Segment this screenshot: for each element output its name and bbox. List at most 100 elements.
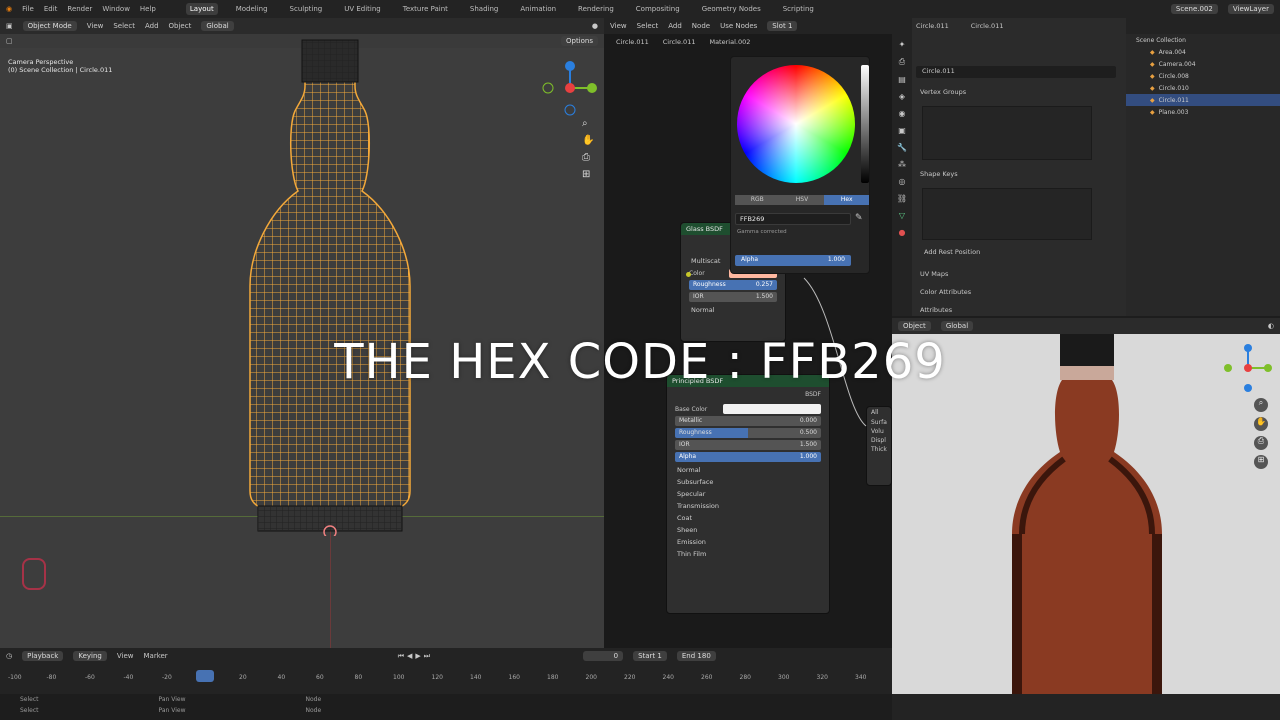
menu-node-node[interactable]: Node	[692, 22, 710, 30]
breadcrumb-mesh[interactable]: Circle.011	[663, 38, 696, 46]
particles-tab-icon[interactable]: ⁂	[898, 160, 906, 169]
shape-keys-header[interactable]: Shape Keys	[920, 170, 958, 178]
tab-shading[interactable]: Shading	[466, 3, 502, 15]
alpha-slider[interactable]: Alpha 1.000	[735, 255, 851, 266]
tab-geometry-nodes[interactable]: Geometry Nodes	[698, 3, 765, 15]
menu-window[interactable]: Window	[102, 5, 130, 13]
material-tab-icon[interactable]: ●	[899, 228, 906, 237]
current-frame-field[interactable]: 0	[583, 651, 624, 661]
tab-scripting[interactable]: Scripting	[779, 3, 818, 15]
view-layer-selector[interactable]: ViewLayer	[1227, 4, 1274, 14]
mesh-name-field[interactable]: Circle.011	[916, 66, 1116, 78]
menu-select[interactable]: Select	[113, 22, 135, 30]
bottle-wireframe[interactable]	[240, 36, 420, 536]
color-wheel[interactable]	[737, 65, 855, 183]
playback-controls[interactable]: ⏮◀▶⏭	[398, 652, 433, 661]
outliner-item[interactable]: Scene Collection	[1126, 34, 1280, 46]
glass-ior-field[interactable]: IOR 1.500	[689, 292, 777, 302]
timeline[interactable]: ◷ Playback Keying View Marker ⏮◀▶⏭ 0 Sta…	[0, 648, 892, 720]
vertex-groups-header[interactable]: Vertex Groups	[920, 88, 966, 96]
zoom-icon[interactable]: ⌕	[582, 118, 594, 129]
render-camera-icon[interactable]: ⎙	[1254, 436, 1268, 450]
modifier-tab-icon[interactable]: 🔧	[897, 143, 907, 152]
tab-modeling[interactable]: Modeling	[232, 3, 272, 15]
options-dropdown[interactable]: Options	[560, 36, 598, 46]
tab-hex[interactable]: Hex	[824, 195, 870, 205]
outliner[interactable]: Scene Collection ◆ Area.004 ◆ Camera.004 ◆…	[1126, 18, 1280, 316]
add-rest-position-checkbox[interactable]: Add Rest Position	[924, 248, 980, 256]
constraints-tab-icon[interactable]: ⛓	[897, 194, 907, 203]
tab-texture-paint[interactable]: Texture Paint	[399, 3, 452, 15]
render-grid-icon[interactable]: ⊞	[1254, 455, 1268, 469]
transform-orientation[interactable]: Global	[201, 21, 234, 31]
breadcrumb-object[interactable]: Circle.011	[616, 38, 649, 46]
color-socket[interactable]	[686, 272, 691, 277]
render-mode-selector[interactable]: Object	[898, 321, 931, 331]
world-tab-icon[interactable]: ◉	[899, 109, 906, 118]
timeline-marker-menu[interactable]: Marker	[143, 652, 167, 660]
section-thin-film[interactable]: Thin Film	[667, 548, 829, 560]
outliner-item[interactable]: ◆ Area.004	[1126, 46, 1280, 58]
camera-icon[interactable]: ⎙	[582, 152, 594, 163]
clock-icon[interactable]: ◷	[6, 652, 12, 660]
prop-breadcrumb-mesh[interactable]: Circle.011	[971, 22, 1004, 30]
section-transmission[interactable]: Transmission	[667, 500, 829, 512]
value-slider[interactable]	[861, 65, 869, 183]
outliner-item[interactable]: ◆ Circle.008	[1126, 70, 1280, 82]
use-nodes-checkbox[interactable]: Use Nodes	[720, 22, 757, 30]
section-emission[interactable]: Emission	[667, 536, 829, 548]
timeline-view-menu[interactable]: View	[117, 652, 134, 660]
menu-edit[interactable]: Edit	[44, 5, 58, 13]
output-tab-icon[interactable]: ▤	[898, 75, 906, 84]
end-frame-field[interactable]: End 180	[676, 651, 716, 661]
blender-logo-icon[interactable]: ◉	[6, 5, 12, 13]
section-coat[interactable]: Coat	[667, 512, 829, 524]
menu-render[interactable]: Render	[67, 5, 92, 13]
menu-file[interactable]: File	[22, 5, 34, 13]
menu-node-view[interactable]: View	[610, 22, 627, 30]
editor-type-icon[interactable]: ▣	[6, 22, 13, 30]
eyedropper-icon[interactable]: ✎	[855, 213, 863, 223]
tab-hsv[interactable]: HSV	[779, 195, 825, 205]
tab-animation[interactable]: Animation	[516, 3, 560, 15]
uv-maps-header[interactable]: UV Maps	[920, 270, 948, 278]
tool-tab-icon[interactable]: ✦	[899, 40, 906, 49]
shape-keys-list[interactable]	[922, 188, 1092, 240]
properties-editor[interactable]: ✦ ⎙ ▤ ◈ ◉ ▣ 🔧 ⁂ ◎ ⛓ ▽ ● Circle.011 Circl…	[892, 18, 1126, 316]
tab-rgb[interactable]: RGB	[735, 195, 780, 205]
navigation-gizmo[interactable]	[540, 58, 600, 118]
slot-selector[interactable]: Slot 1	[767, 21, 798, 31]
outliner-item[interactable]: ◆ Camera.004	[1126, 58, 1280, 70]
menu-node-select[interactable]: Select	[637, 22, 659, 30]
3d-viewport[interactable]: ▣ Object Mode View Select Add Object Glo…	[0, 18, 604, 648]
menu-help[interactable]: Help	[140, 5, 156, 13]
tab-compositing[interactable]: Compositing	[632, 3, 684, 15]
menu-view[interactable]: View	[87, 22, 104, 30]
tab-layout[interactable]: Layout	[185, 3, 218, 15]
section-subsurface[interactable]: Subsurface	[667, 476, 829, 488]
mode-selector[interactable]: Object Mode	[22, 21, 77, 31]
outliner-item[interactable]: ◆ Circle.010	[1126, 82, 1280, 94]
timeline-ruler[interactable]: -100-80-60-40-20020406080100120140160180…	[0, 672, 892, 684]
vertex-groups-list[interactable]	[922, 106, 1092, 160]
outliner-item[interactable]: ◆ Circle.011	[1126, 94, 1280, 106]
tab-sculpting[interactable]: Sculpting	[286, 3, 327, 15]
rendered-shading-icon[interactable]: ◐	[1268, 322, 1274, 330]
playhead[interactable]	[196, 670, 214, 682]
glass-roughness-field[interactable]: Roughness 0.257	[689, 280, 777, 290]
alpha-field[interactable]: Alpha 1.000	[675, 452, 821, 462]
render-pan-icon[interactable]: ✋	[1254, 417, 1268, 431]
select-box-icon[interactable]: ▢	[6, 37, 13, 45]
tab-uv-editing[interactable]: UV Editing	[340, 3, 385, 15]
data-tab-icon[interactable]: ▽	[899, 211, 905, 220]
breadcrumb-material[interactable]: Material.002	[709, 38, 750, 46]
shading-solid-icon[interactable]: ●	[592, 22, 598, 30]
scene-selector[interactable]: Scene.002	[1170, 4, 1218, 14]
ortho-grid-icon[interactable]: ⊞	[582, 169, 594, 180]
start-frame-field[interactable]: Start 1	[633, 651, 667, 661]
tab-rendering[interactable]: Rendering	[574, 3, 618, 15]
hex-input[interactable]: FFB269	[735, 213, 851, 225]
section-sheen[interactable]: Sheen	[667, 524, 829, 536]
attributes-header[interactable]: Attributes	[920, 306, 952, 314]
render-transform-selector[interactable]: Global	[940, 321, 974, 331]
